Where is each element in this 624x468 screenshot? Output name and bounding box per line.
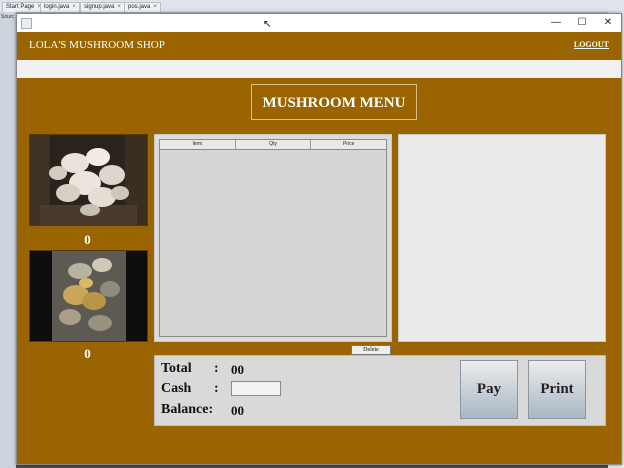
total-colon: : — [214, 361, 219, 376]
column-header-item[interactable]: Item — [160, 140, 236, 149]
ide-tab-label: Start Page — [6, 4, 35, 10]
ide-tab-bar: Start Page× login.java× signup.java× pos… — [0, 0, 624, 13]
mushroom-2-count: 0 — [84, 346, 91, 361]
close-icon[interactable]: × — [153, 4, 157, 10]
minimize-button[interactable]: — — [543, 14, 569, 32]
print-button[interactable]: Print — [528, 360, 586, 419]
logout-button[interactable]: LOGOUT — [574, 40, 609, 49]
receipt-text-area[interactable] — [398, 134, 606, 342]
close-button[interactable]: ✕ — [595, 14, 621, 32]
total-value: 00 — [231, 362, 244, 377]
ide-tab-login[interactable]: login.java × — [40, 2, 80, 12]
ide-side-panel: Sourc — [0, 12, 16, 468]
ide-tab-label: login.java — [44, 4, 70, 10]
shop-header: LOLA'S MUSHROOM SHOP LOGOUT — [17, 32, 621, 60]
ide-tab-signup[interactable]: signup.java × — [80, 2, 125, 12]
close-icon[interactable]: × — [117, 4, 121, 10]
order-table-header: Item Qty Price — [160, 140, 386, 150]
menu-title: MUSHROOM MENU — [251, 84, 417, 120]
pay-button[interactable]: Pay — [460, 360, 518, 419]
ide-side-label: Sourc — [1, 14, 15, 20]
cash-label: Cash — [161, 381, 192, 396]
golden-mushroom-photo[interactable] — [29, 250, 148, 342]
order-table[interactable]: Item Qty Price — [159, 139, 387, 337]
white-oyster-mushroom-photo[interactable] — [29, 134, 148, 226]
ide-tab-pos[interactable]: pos.java × — [124, 2, 161, 12]
ide-tab-start-page[interactable]: Start Page× — [2, 2, 45, 12]
window-titlebar[interactable]: ↖ — ☐ ✕ — [17, 14, 621, 32]
main-panel: MUSHROOM MENU 0 0 Item Qty Price Delete … — [17, 78, 621, 464]
column-header-price[interactable]: Price — [311, 140, 386, 149]
column-header-qty[interactable]: Qty — [236, 140, 312, 149]
total-label: Total — [161, 361, 192, 376]
balance-label: Balance: — [161, 402, 214, 417]
payment-summary-panel: Total : 00 Cash : Balance: 00 Pay Print — [154, 355, 606, 426]
java-app-icon — [21, 18, 32, 29]
mushroom-1-count: 0 — [84, 232, 91, 247]
order-table-panel: Item Qty Price — [154, 134, 392, 342]
mouse-cursor-icon: ↖ — [263, 19, 272, 30]
delete-button[interactable]: Delete — [351, 345, 391, 355]
close-icon[interactable]: × — [72, 4, 76, 10]
balance-value: 00 — [231, 403, 244, 418]
header-gap — [17, 60, 621, 78]
cash-colon: : — [214, 381, 219, 396]
shop-title: LOLA'S MUSHROOM SHOP — [29, 39, 165, 51]
cash-input[interactable] — [231, 381, 281, 396]
ide-tab-label: pos.java — [128, 4, 151, 10]
ide-tab-label: signup.java — [84, 4, 115, 10]
maximize-button[interactable]: ☐ — [569, 14, 595, 32]
pos-window: ↖ — ☐ ✕ LOLA'S MUSHROOM SHOP LOGOUT MUSH… — [16, 13, 622, 465]
